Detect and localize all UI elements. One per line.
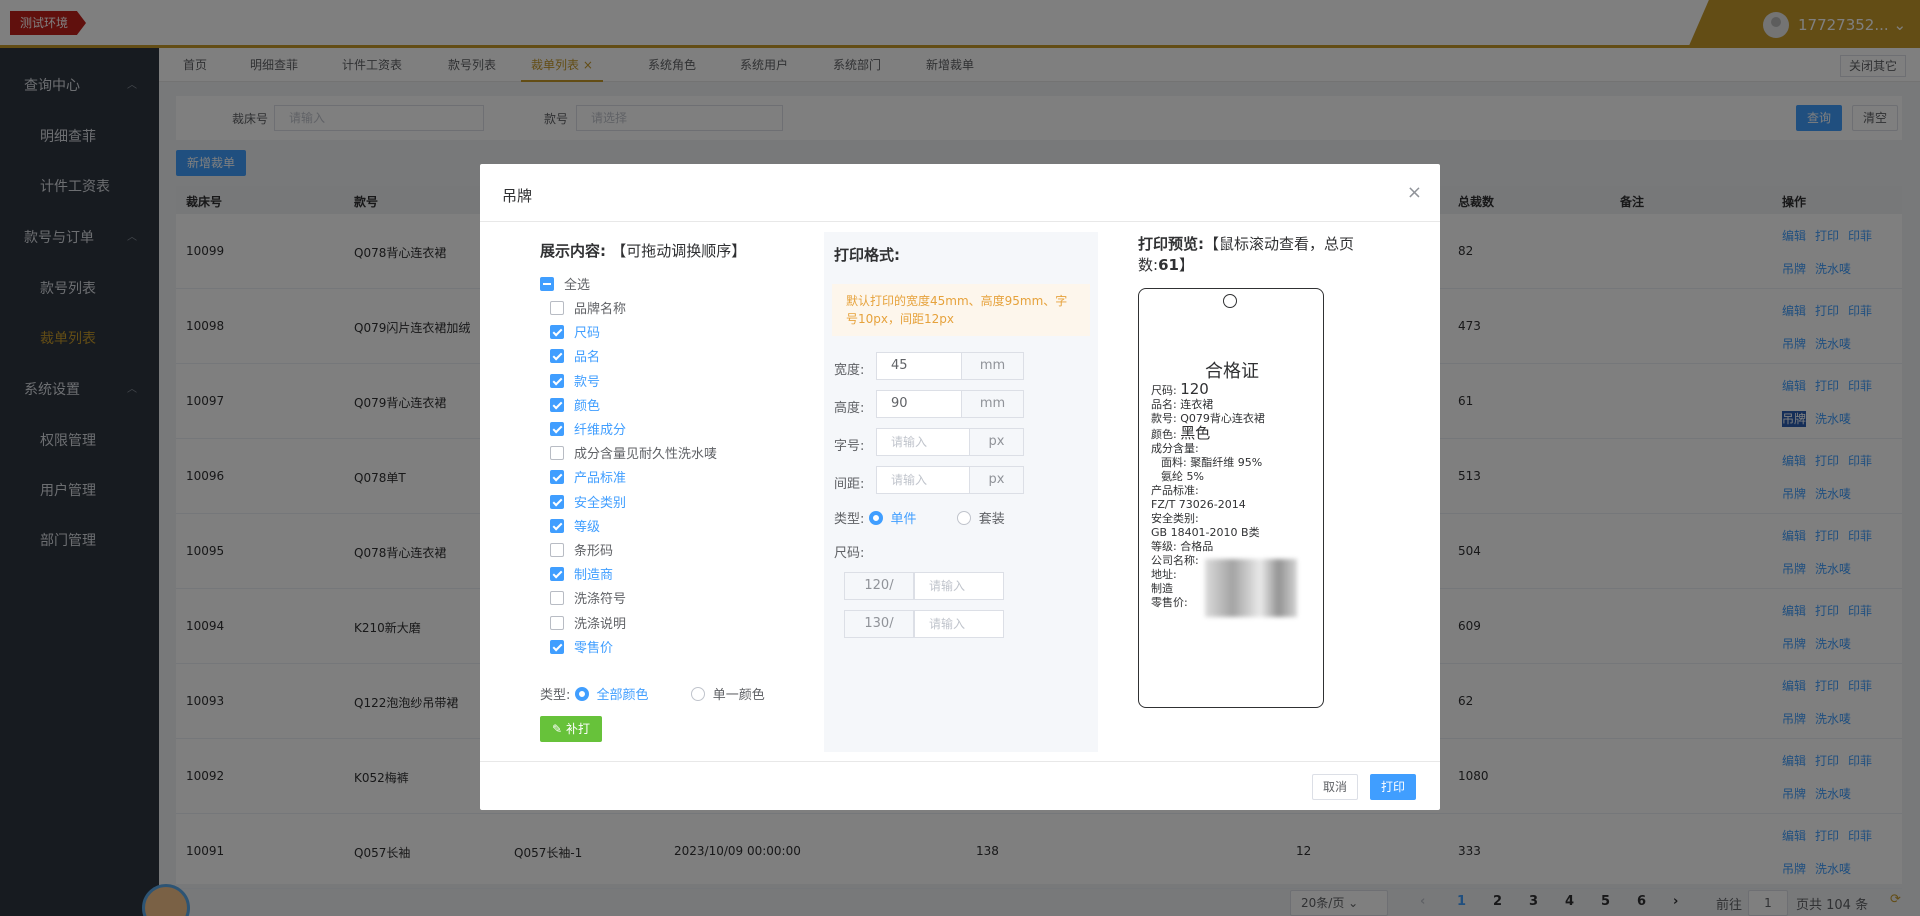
field-label: 颜色: [574, 398, 601, 414]
field-checkbox[interactable]: 款号: [550, 371, 600, 390]
field-checkbox[interactable]: 品名: [550, 346, 600, 365]
checkbox-box[interactable]: [550, 349, 564, 364]
field-label: 条形码: [574, 544, 614, 559]
display-content-panel: 展示内容: 【可拖动调换顺序】 全选 品牌名称尺码品名款号颜色纤维成分成分含量见…: [540, 240, 800, 742]
close-icon[interactable]: ×: [1407, 182, 1422, 203]
size-120-input[interactable]: 请输入: [914, 572, 1004, 600]
height-unit: mm: [962, 390, 1024, 418]
divider: [480, 761, 1440, 762]
field-label: 品名: [574, 350, 601, 366]
field-checkbox[interactable]: 产品标准: [550, 467, 626, 486]
gap-unit: px: [970, 466, 1024, 494]
checkbox-box[interactable]: [550, 422, 564, 436]
preview-title: 打印预览:【鼠标滚动查看，总页数:61】: [1138, 235, 1355, 274]
width-unit: mm: [962, 352, 1024, 380]
field-checkbox[interactable]: 洗涤符号: [550, 588, 626, 607]
tag-hole: [1223, 294, 1237, 308]
size-120-label: 120/: [844, 572, 914, 600]
checkbox-box[interactable]: [550, 639, 564, 654]
size-label: 尺码:: [834, 546, 865, 561]
checkbox-box[interactable]: [550, 615, 564, 630]
field-checkbox[interactable]: 条形码: [550, 540, 613, 559]
size-130-label: 130/: [844, 610, 914, 638]
checkbox-box[interactable]: [540, 277, 554, 291]
checkbox-box[interactable]: [550, 373, 564, 388]
checkbox-box[interactable]: [550, 301, 564, 315]
print-type-group: 类型: 全部颜色 单一颜色: [540, 684, 765, 703]
tag-title: 合格证: [1205, 361, 1259, 382]
field-label: 尺码: [574, 326, 601, 342]
radio-single-color[interactable]: [690, 687, 705, 701]
print-button[interactable]: 打印: [1370, 774, 1417, 800]
dialog-title: 吊牌: [502, 187, 533, 205]
cancel-button[interactable]: 取消: [1312, 774, 1359, 800]
checkbox-box[interactable]: [550, 446, 564, 461]
field-label: 等级: [574, 519, 601, 535]
gap-input[interactable]: 请输入: [876, 466, 970, 494]
select-all-checkbox[interactable]: 全选: [540, 274, 590, 293]
edit-icon: ✎: [552, 722, 563, 736]
radio-set[interactable]: [956, 511, 971, 525]
size-130-input[interactable]: 请输入: [914, 610, 1004, 638]
type-label: 类型:: [540, 688, 571, 703]
radio-label-all-colors[interactable]: 全部颜色: [597, 688, 649, 703]
field-checkbox[interactable]: 成分含量见耐久性洗水唛: [550, 443, 717, 462]
reprint-button[interactable]: ✎ 补打: [540, 716, 602, 742]
field-checkbox[interactable]: 制造商: [550, 564, 613, 583]
radio-label-single-piece[interactable]: 单件: [891, 512, 917, 527]
field-checkbox[interactable]: 纤维成分: [550, 419, 626, 438]
gap-label: 间距:: [834, 477, 865, 492]
field-label: 款号: [574, 374, 601, 390]
radio-label-set[interactable]: 套装: [979, 512, 1005, 527]
checkbox-box[interactable]: [550, 325, 564, 340]
redacted-area: [1205, 559, 1297, 617]
field-label: 零售价: [574, 640, 614, 656]
font-size-label: 字号:: [834, 439, 865, 454]
width-label: 宽度:: [834, 363, 865, 378]
tag-preview[interactable]: 合格证 尺码: 120 品名: 连衣裙 款号: Q079背心连衣裙 颜色: 黑色…: [1138, 288, 1324, 708]
field-checkbox[interactable]: 品牌名称: [550, 298, 626, 317]
field-label: 品牌名称: [574, 302, 627, 317]
field-label: 洗涤说明: [574, 616, 627, 632]
field-label: 纤维成分: [574, 423, 627, 438]
field-label: 产品标准: [574, 471, 627, 487]
format-type-label: 类型:: [834, 512, 865, 527]
field-checkbox[interactable]: 等级: [550, 516, 600, 535]
checkbox-box[interactable]: [550, 567, 564, 582]
height-label: 高度:: [834, 401, 865, 416]
print-format-panel: 打印格式: 默认打印的宽度45mm、高度95mm、字号10px，间距12px 宽…: [824, 232, 1098, 752]
display-title: 展示内容: 【可拖动调换顺序】: [540, 242, 747, 260]
checkbox-box[interactable]: [550, 397, 564, 412]
font-size-unit: px: [970, 428, 1024, 456]
checkbox-box[interactable]: [550, 591, 564, 606]
radio-single-piece[interactable]: [868, 511, 883, 525]
field-label: 安全类别: [574, 495, 627, 511]
radio-label-single-color[interactable]: 单一颜色: [713, 688, 765, 703]
format-type-group: 类型: 单件 套装: [834, 508, 1005, 527]
hang-tag-dialog: 吊牌 × 展示内容: 【可拖动调换顺序】 全选 品牌名称尺码品名款号颜色纤维成分…: [480, 164, 1440, 810]
divider: [480, 221, 1440, 222]
field-checkbox[interactable]: 洗涤说明: [550, 613, 626, 632]
field-label: 洗涤符号: [574, 592, 627, 608]
radio-all-colors[interactable]: [574, 687, 589, 701]
field-checkbox[interactable]: 安全类别: [550, 492, 626, 511]
checkbox-box[interactable]: [550, 518, 564, 533]
field-label: 制造商: [574, 568, 614, 584]
field-checkbox[interactable]: 颜色: [550, 395, 600, 414]
font-size-input[interactable]: 请输入: [876, 428, 970, 456]
width-input[interactable]: 45: [876, 352, 962, 380]
field-checkbox[interactable]: 尺码: [550, 322, 600, 341]
height-input[interactable]: 90: [876, 390, 962, 418]
format-tip: 默认打印的宽度45mm、高度95mm、字号10px，间距12px: [832, 284, 1090, 336]
field-label: 成分含量见耐久性洗水唛: [574, 447, 718, 463]
checkbox-box[interactable]: [550, 494, 564, 509]
format-title: 打印格式:: [834, 246, 900, 264]
checkbox-box[interactable]: [550, 543, 564, 557]
field-checkbox[interactable]: 零售价: [550, 637, 613, 656]
checkbox-box[interactable]: [550, 470, 564, 485]
